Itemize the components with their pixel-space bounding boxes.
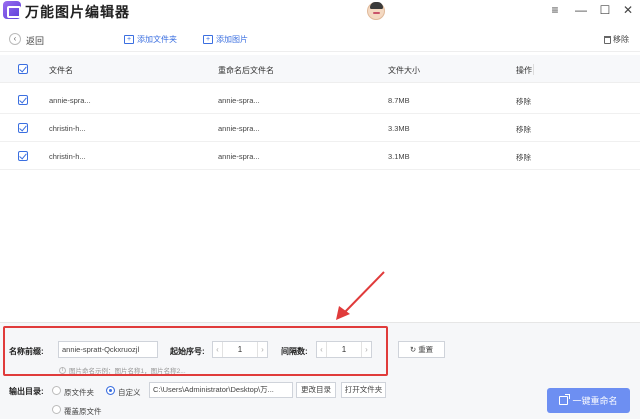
decrement-button[interactable]: ‹ xyxy=(317,342,327,357)
start-number-value[interactable]: 1 xyxy=(223,342,257,357)
interval-stepper[interactable]: ‹ 1 › xyxy=(316,341,372,358)
prefix-input[interactable]: annie-spratt-Qckxruozjl xyxy=(58,341,158,358)
interval-value[interactable]: 1 xyxy=(327,342,361,357)
prefix-label: 名称前缀: xyxy=(9,347,44,356)
change-dir-button[interactable]: 更改目录 xyxy=(296,382,336,398)
info-icon: i xyxy=(59,366,66,374)
radio-source-folder[interactable] xyxy=(52,386,61,395)
start-number-stepper[interactable]: ‹ 1 › xyxy=(212,341,268,358)
arrow-shaft xyxy=(342,271,385,315)
naming-hint: i 图片命名示例：图片名称1，图片名称2... xyxy=(59,365,186,375)
radio-custom-label[interactable]: 自定义 xyxy=(118,387,141,398)
radio-overwrite-label[interactable]: 覆盖原文件 xyxy=(64,406,102,417)
reset-label: 重置 xyxy=(418,345,434,354)
rename-all-button[interactable]: 一键重命名 xyxy=(547,388,630,413)
increment-button[interactable]: › xyxy=(257,342,267,357)
radio-custom[interactable] xyxy=(106,386,115,395)
increment-button[interactable]: › xyxy=(361,342,371,357)
output-dir-label: 输出目录: xyxy=(9,387,44,396)
radio-overwrite[interactable] xyxy=(52,405,61,414)
decrement-button[interactable]: ‹ xyxy=(213,342,223,357)
rename-all-label: 一键重命名 xyxy=(572,396,618,406)
radio-source-folder-label[interactable]: 原文件夹 xyxy=(64,387,94,398)
output-path-field[interactable]: C:\Users\Administrator\Desktop\万... xyxy=(149,382,293,398)
interval-label: 间隔数: xyxy=(281,347,308,356)
export-icon xyxy=(559,394,571,405)
open-folder-button[interactable]: 打开文件夹 xyxy=(341,382,386,398)
reset-button[interactable]: ↻ 重置 xyxy=(398,341,445,358)
naming-hint-text: 图片命名示例：图片名称1，图片名称2... xyxy=(69,368,186,375)
start-number-label: 起始序号: xyxy=(170,347,205,356)
